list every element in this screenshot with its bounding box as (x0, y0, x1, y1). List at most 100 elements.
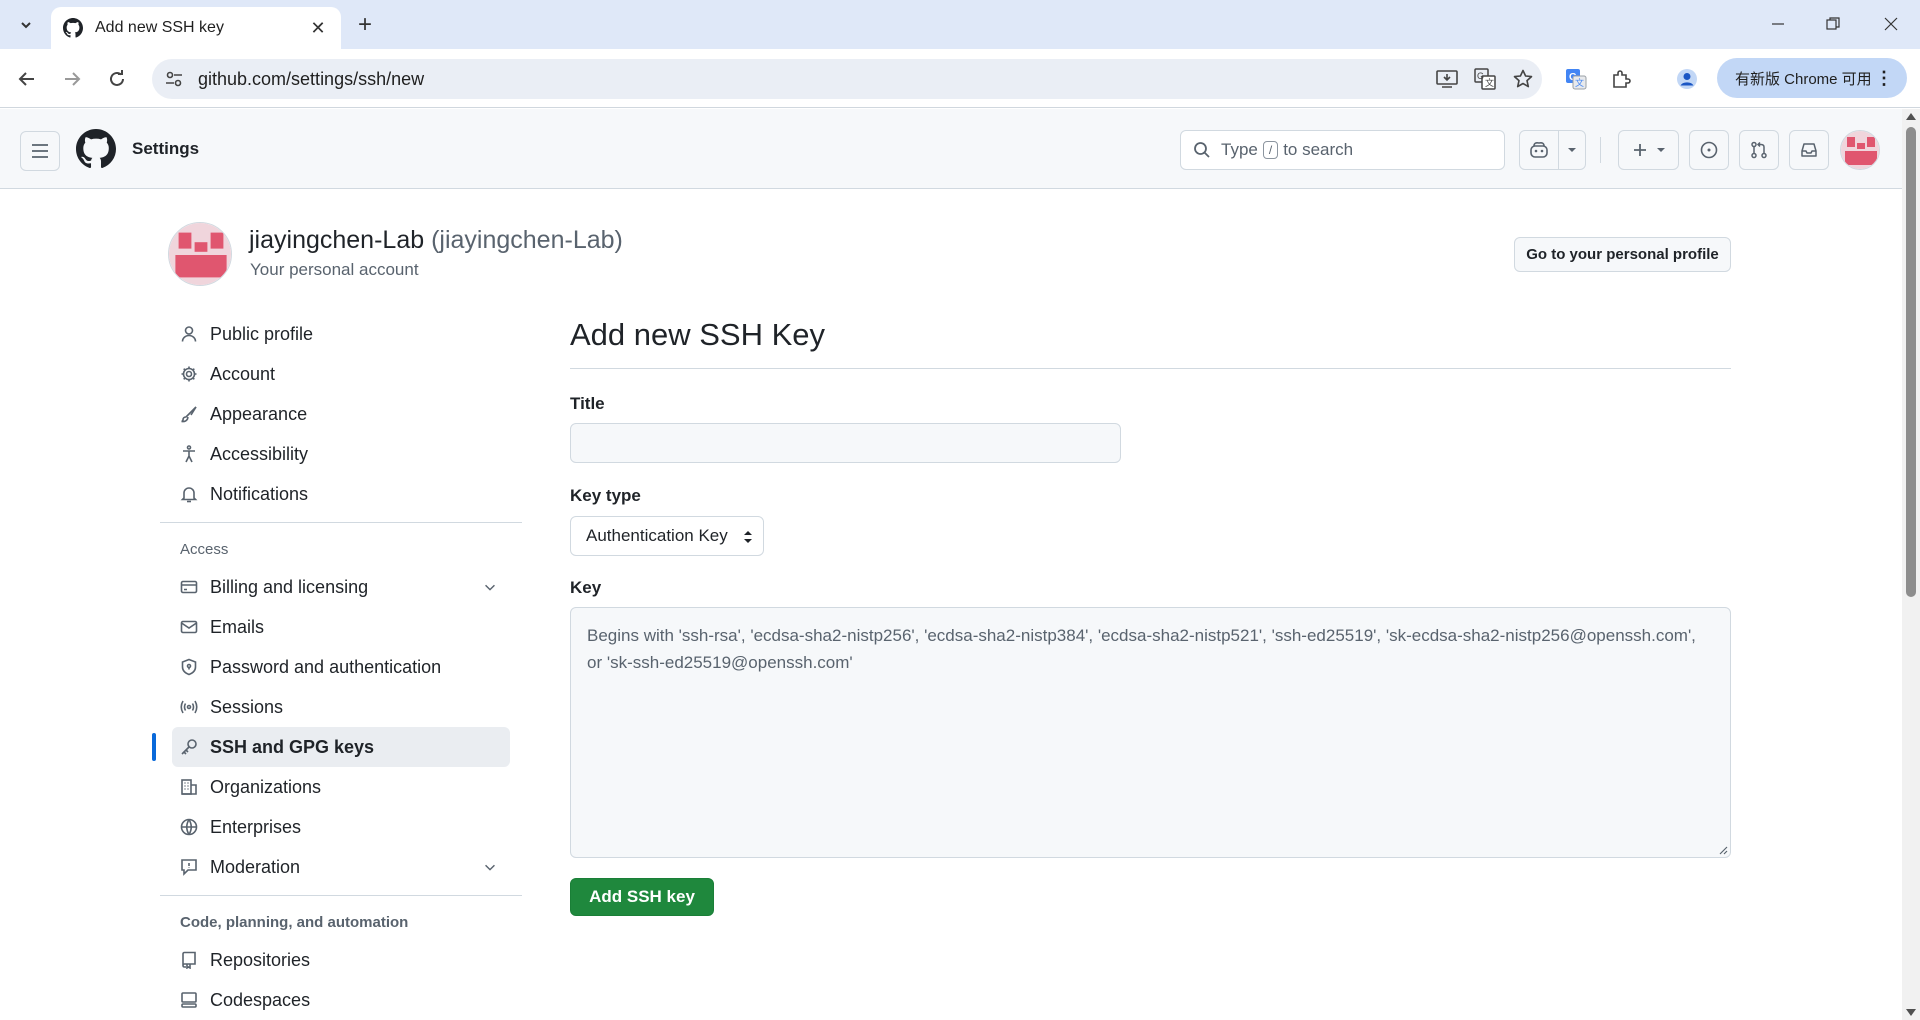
profile-icon[interactable] (1670, 62, 1704, 96)
account-display-name[interactable]: jiayingchen-Lab (249, 226, 424, 254)
translate-icon[interactable]: G文 (1466, 60, 1504, 98)
global-search-input[interactable]: Type / to search (1180, 130, 1505, 170)
svg-text:文: 文 (1485, 77, 1494, 88)
sidebar-item-ssh-gpg-keys[interactable]: SSH and GPG keys (152, 727, 510, 767)
select-updown-icon (744, 531, 752, 543)
account-name[interactable]: jiayingchen-Lab (jiayingchen-Lab) (249, 226, 623, 255)
sidebar-item-public-profile[interactable]: Public profile (160, 314, 522, 354)
scroll-thumb[interactable] (1906, 127, 1916, 597)
key-type-select[interactable]: Authentication Key (570, 516, 764, 556)
google-translate-icon[interactable]: G文 (1559, 62, 1593, 96)
copilot-button[interactable] (1519, 130, 1586, 170)
sidebar-item-label: Codespaces (210, 989, 311, 1010)
person-icon (181, 326, 197, 342)
credit-card-icon (180, 580, 198, 594)
github-favicon-icon (63, 18, 83, 38)
sidebar-item-password-auth[interactable]: Password and authentication (160, 647, 522, 687)
user-avatar[interactable] (1840, 130, 1880, 170)
sidebar-item-label: Enterprises (210, 816, 302, 837)
issues-button[interactable] (1689, 130, 1729, 170)
sidebar-item-billing[interactable]: Billing and licensing (160, 567, 522, 607)
tab-search-button[interactable] (10, 10, 42, 40)
sidebar-item-codespaces[interactable]: Codespaces (160, 980, 522, 1020)
svg-text:文: 文 (1575, 77, 1584, 88)
sidebar-item-sessions[interactable]: Sessions (160, 687, 522, 727)
key-textarea[interactable]: Begins with 'ssh-rsa', 'ecdsa-sha2-nistp… (570, 607, 1731, 858)
sidebar-item-notifications[interactable]: Notifications (160, 474, 522, 514)
resize-grip-icon[interactable] (1718, 845, 1728, 855)
key-placeholder: Begins with 'ssh-rsa', 'ecdsa-sha2-nistp… (587, 626, 1696, 672)
sidebar-item-organizations[interactable]: Organizations (160, 767, 522, 807)
sidebar-heading-code: Code, planning, and automation (180, 913, 409, 931)
sidebar-item-emails[interactable]: Emails (160, 607, 522, 647)
search-icon (1194, 142, 1210, 158)
copilot-icon (1530, 142, 1548, 158)
page-title: Add new SSH Key (570, 317, 826, 352)
sidebar-item-accessibility[interactable]: Accessibility (160, 434, 522, 474)
organization-icon (181, 779, 197, 795)
tab-title: Add new SSH key (95, 19, 224, 36)
sidebar-item-label: Account (210, 363, 276, 384)
address-bar[interactable]: github.com/settings/ssh/new G文 (152, 59, 1542, 99)
repo-icon (182, 951, 196, 969)
sidebar-item-account[interactable]: Account (160, 354, 522, 394)
new-tab-button[interactable]: + (350, 10, 380, 40)
extensions-puzzle-icon[interactable] (1604, 62, 1638, 96)
sidebar-item-repositories[interactable]: Repositories (160, 940, 522, 980)
sidebar-item-enterprises[interactable]: Enterprises (160, 807, 522, 847)
scroll-up-icon[interactable] (1906, 113, 1916, 120)
hamburger-menu-icon[interactable] (20, 131, 60, 171)
sidebar-item-label: Emails (210, 616, 265, 637)
minimize-icon[interactable] (1755, 6, 1801, 42)
git-pull-request-icon (1751, 141, 1767, 159)
scroll-down-icon[interactable] (1906, 1009, 1916, 1016)
forward-arrow-icon[interactable] (55, 62, 89, 96)
add-ssh-key-button[interactable]: Add SSH key (570, 878, 714, 916)
browser-tab[interactable]: Add new SSH key ✕ (51, 7, 341, 49)
back-arrow-icon[interactable] (10, 62, 44, 96)
header-divider (1600, 137, 1601, 163)
sidebar-divider (160, 522, 522, 523)
broadcast-icon (180, 700, 198, 714)
close-window-icon[interactable] (1868, 6, 1914, 42)
account-avatar[interactable] (168, 222, 232, 286)
sidebar-item-label: Moderation (210, 856, 301, 877)
paintbrush-icon (181, 406, 197, 423)
sidebar-item-label: SSH and GPG keys (210, 736, 375, 757)
sidebar-item-label: Repositories (210, 949, 311, 970)
header-context-title[interactable]: Settings (132, 139, 199, 159)
sidebar-item-label: Accessibility (210, 443, 309, 464)
site-info-icon[interactable] (164, 69, 184, 89)
sidebar-item-moderation[interactable]: Moderation (160, 847, 522, 887)
title-input[interactable] (570, 423, 1121, 463)
chevron-down-icon (21, 22, 31, 29)
shield-lock-icon (181, 658, 197, 676)
github-header: Settings Type / to search (0, 109, 1902, 189)
caret-down-icon (1568, 148, 1576, 152)
create-new-button[interactable] (1618, 130, 1679, 170)
title-divider (570, 368, 1731, 369)
key-icon (181, 739, 197, 755)
sidebar-item-label: Appearance (210, 403, 308, 424)
close-tab-icon[interactable]: ✕ (307, 17, 329, 39)
bookmark-star-icon[interactable] (1504, 60, 1542, 98)
chrome-update-button[interactable]: 有新版 Chrome 可用 ⋮ (1717, 58, 1907, 98)
codespaces-icon (181, 992, 197, 1008)
reload-icon[interactable] (100, 62, 134, 96)
browser-tab-bar: Add new SSH key ✕ + (0, 0, 1920, 49)
sidebar-item-appearance[interactable]: Appearance (160, 394, 522, 434)
restore-icon[interactable] (1810, 6, 1856, 42)
url-text[interactable]: github.com/settings/ssh/new (198, 69, 1428, 90)
pull-requests-button[interactable] (1739, 130, 1779, 170)
sidebar-item-label: Password and authentication (210, 656, 442, 677)
caret-down-icon (1656, 148, 1665, 152)
inbox-button[interactable] (1789, 130, 1829, 170)
sidebar-item-label: Public profile (210, 323, 314, 344)
issue-opened-icon (1700, 141, 1718, 159)
mail-icon (180, 620, 198, 634)
go-to-profile-button[interactable]: Go to your personal profile (1514, 237, 1731, 272)
search-placeholder-suffix: to search (1283, 140, 1354, 159)
github-logo-icon[interactable] (76, 129, 116, 169)
install-app-icon[interactable] (1428, 60, 1466, 98)
page-scrollbar[interactable] (1902, 109, 1920, 1020)
